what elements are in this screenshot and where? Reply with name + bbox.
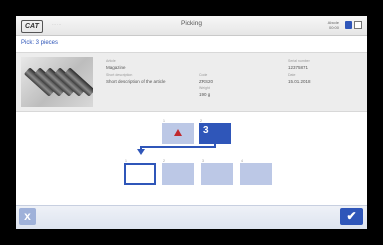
slot[interactable] [201, 163, 233, 185]
bottom-bar: x ✔ [16, 205, 367, 229]
field-value-serial: 12375871 [288, 65, 309, 70]
field-label-description: Short description [106, 73, 133, 77]
check-icon: ✔ [346, 209, 357, 223]
field-label-article: Article [106, 59, 116, 63]
field-label-date: Date [288, 73, 296, 77]
field-value-weight: 190 g [199, 92, 211, 97]
up-arrow-icon [174, 129, 182, 136]
confirm-button[interactable]: ✔ [340, 208, 363, 225]
flow-line [140, 146, 216, 148]
field-label-weight: Weight [199, 86, 210, 90]
field-label-code: Code [199, 73, 208, 77]
status-line-2: 00:00 [328, 25, 339, 30]
field-value-date: 15.01.2018 [288, 79, 311, 84]
field-value-description: Short description of the article [106, 79, 166, 84]
slot-selected[interactable] [124, 163, 156, 185]
cancel-button[interactable]: x [19, 208, 36, 225]
top-bar: CAT ··· ··· Picking Abcde 00:00 [16, 16, 367, 36]
picks-link[interactable]: Pick: 3 pieces [21, 40, 58, 46]
down-arrow-icon [137, 149, 145, 155]
item-photo [21, 57, 93, 107]
field-value-code: ZRS20 [199, 79, 214, 84]
field-value-article: Magazine [106, 65, 126, 70]
slot[interactable] [162, 163, 194, 185]
page-title: Picking [181, 20, 202, 27]
close-icon: x [24, 209, 31, 223]
field-label-serial: Serial number [288, 59, 310, 63]
item-info-panel: Article Magazine Short description Short… [16, 52, 367, 112]
app-screen: CAT ··· ··· Picking Abcde 00:00 Pick: 3 … [16, 16, 367, 229]
status-text: Abcde 00:00 [328, 20, 339, 30]
selected-bin-label: 3 [203, 125, 209, 136]
user-icon[interactable] [345, 21, 352, 29]
slot[interactable] [240, 163, 272, 185]
menu-icon[interactable] [354, 21, 362, 29]
